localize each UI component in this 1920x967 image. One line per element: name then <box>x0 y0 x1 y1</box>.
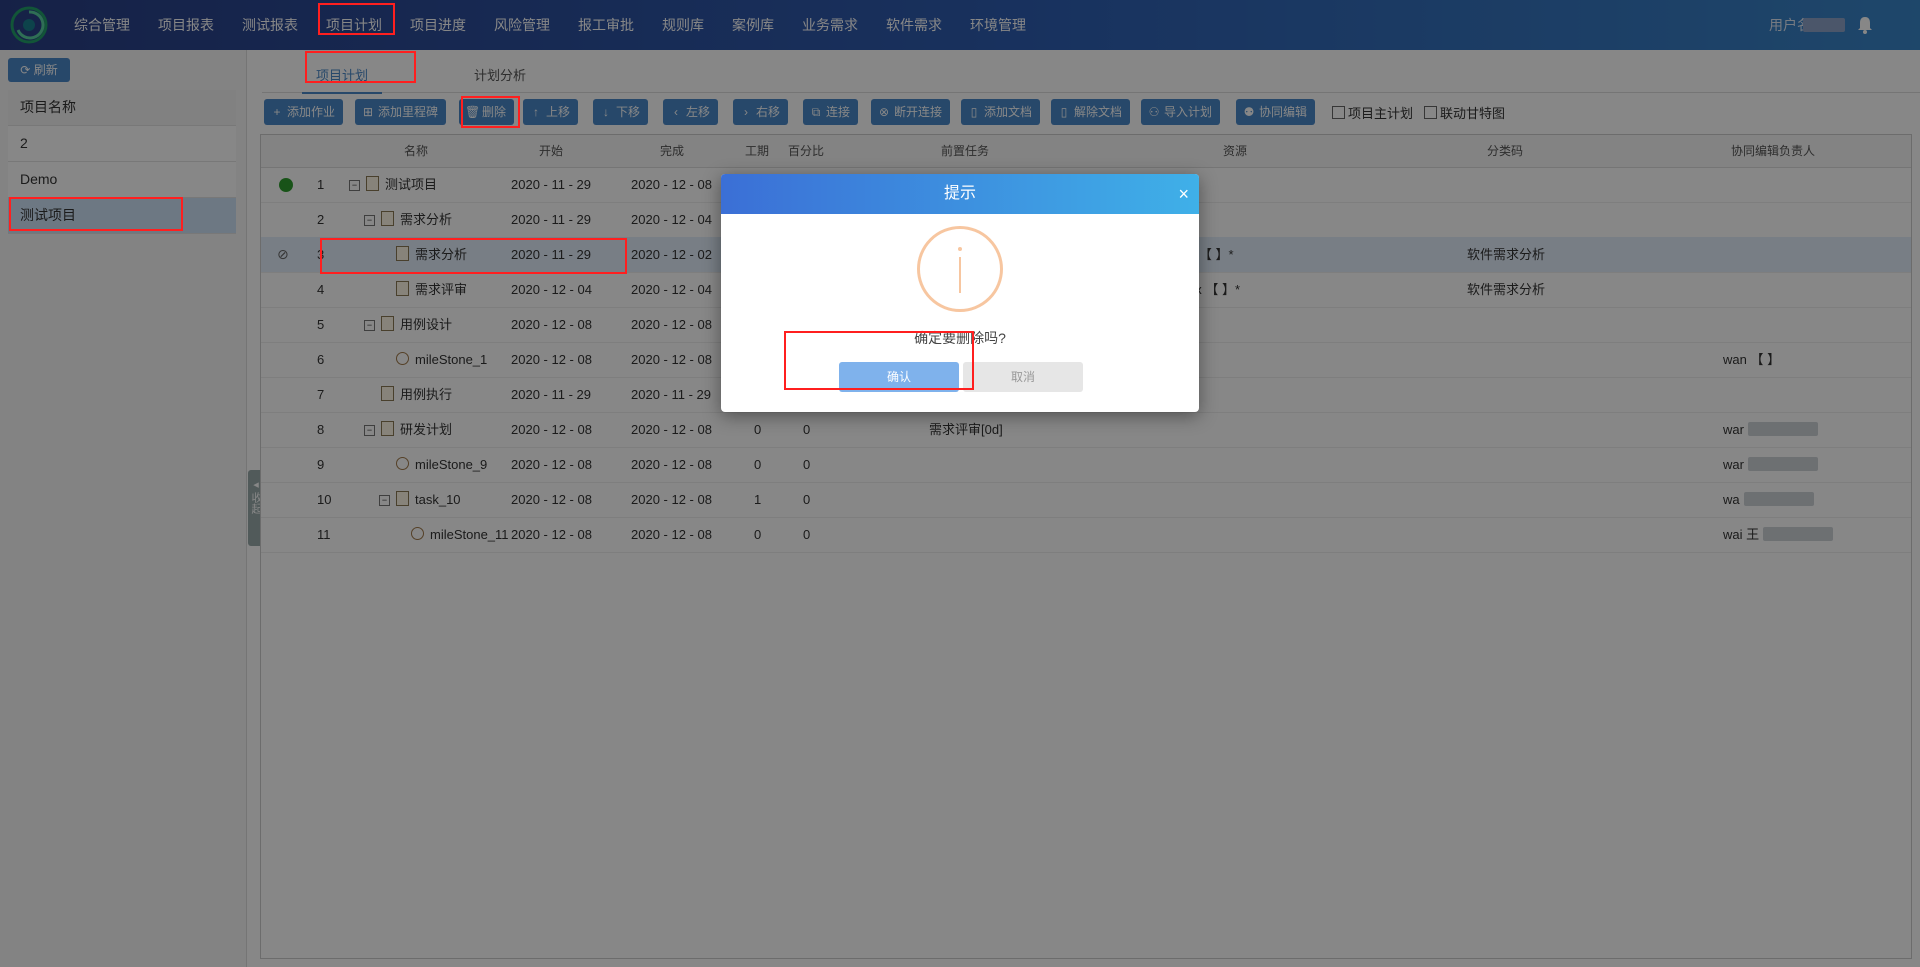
close-icon[interactable]: × <box>1178 174 1189 214</box>
highlight-tab-project-plan <box>305 51 416 83</box>
highlight-selected-row <box>320 238 627 274</box>
modal-overlay <box>0 0 1920 967</box>
highlight-selected-project <box>9 197 183 231</box>
info-icon <box>917 226 1003 312</box>
highlight-delete-button <box>461 96 520 128</box>
highlight-confirm-button <box>784 331 974 390</box>
cancel-button[interactable]: 取消 <box>963 362 1083 392</box>
dialog-title: 提示 <box>721 174 1199 214</box>
highlight-nav-project-plan <box>318 3 395 35</box>
